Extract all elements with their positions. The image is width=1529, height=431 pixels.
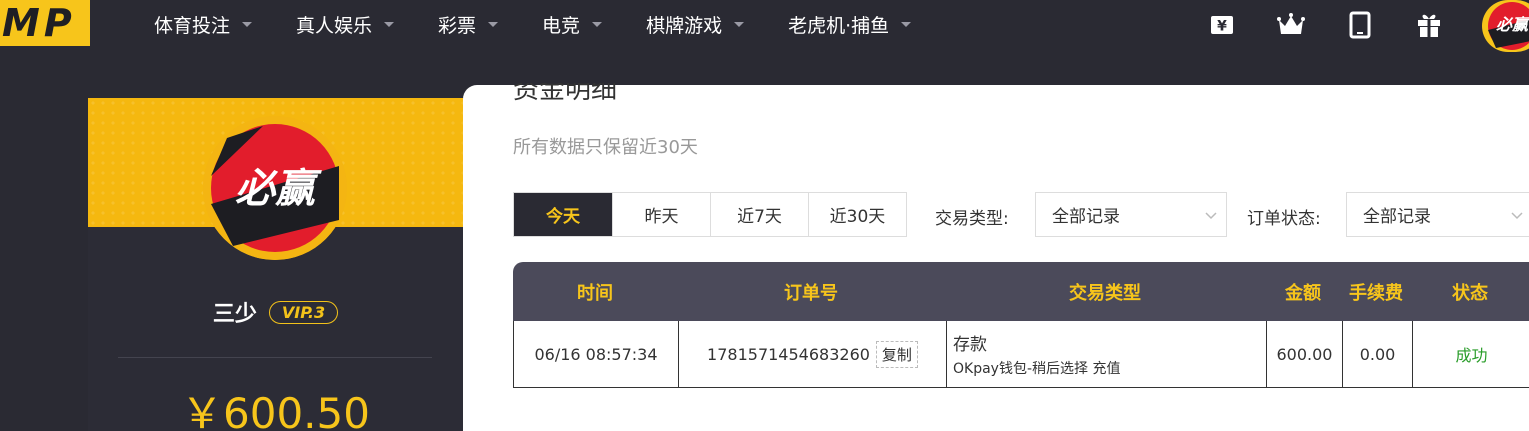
chevron-down-icon <box>734 22 745 27</box>
nav-item-esports[interactable]: 电竞 <box>542 10 604 38</box>
chevron-down-icon <box>242 22 253 27</box>
cell-time: 06/16 08:57:34 <box>534 344 658 364</box>
top-nav-bar: MP 体育投注 真人娱乐 彩票 电竞 棋牌游戏 老虎机·捕鱼 ¥ 必赢 <box>0 0 1529 52</box>
column-header-order-no: 订单号 <box>784 282 838 304</box>
date-range-tabs: 今天 昨天 近7天 近30天 <box>513 192 907 237</box>
cell-type: 存款 OKpay钱包-稍后选择 充值 <box>946 321 1266 387</box>
user-info-row: 三少 VIP.3 <box>88 296 463 328</box>
order-status-select[interactable]: 全部记录 <box>1346 192 1529 237</box>
site-logo[interactable]: MP <box>0 0 90 46</box>
column-header-status: 状态 <box>1452 282 1488 304</box>
nav-item-sports[interactable]: 体育投注 <box>154 10 254 38</box>
chevron-down-icon <box>901 22 912 27</box>
cell-amount: 600.00 <box>1266 321 1342 387</box>
transaction-type-select[interactable]: 全部记录 <box>1035 192 1227 237</box>
nav-item-lottery[interactable]: 彩票 <box>438 10 500 38</box>
chevron-down-icon <box>592 22 603 27</box>
user-avatar[interactable]: 必赢 <box>1482 0 1529 52</box>
profile-avatar[interactable]: 必赢 <box>203 116 347 260</box>
crown-icon[interactable] <box>1274 8 1308 42</box>
wallet-icon[interactable]: ¥ <box>1205 8 1239 42</box>
svg-text:¥: ¥ <box>1217 19 1227 35</box>
tab-yesterday[interactable]: 昨天 <box>612 193 710 236</box>
column-header-type: 交易类型 <box>1069 282 1141 304</box>
nav-icon-group: ¥ <box>1205 8 1481 42</box>
transactions-table: 时间 订单号 交易类型 金额 手续费 状态 06/16 08:57:34 178… <box>513 262 1529 388</box>
page-subtitle: 所有数据只保留近30天 <box>513 137 698 158</box>
status-badge: 成功 <box>1412 321 1529 387</box>
table-row: 06/16 08:57:34 1781571454683260 复制 存款 OK… <box>513 321 1529 388</box>
chevron-down-icon <box>488 22 499 27</box>
account-balance: ￥600.50 <box>181 389 370 431</box>
svg-text:必赢: 必赢 <box>1496 15 1529 34</box>
username: 三少 <box>212 302 257 327</box>
chevron-down-icon <box>384 22 395 27</box>
svg-text:必赢: 必赢 <box>235 166 322 212</box>
nav-item-live-casino[interactable]: 真人娱乐 <box>296 10 396 38</box>
tab-today[interactable]: 今天 <box>514 193 612 236</box>
main-nav: 体育投注 真人娱乐 彩票 电竞 棋牌游戏 老虎机·捕鱼 <box>154 10 955 38</box>
tablet-icon[interactable] <box>1343 8 1377 42</box>
tab-last-7-days[interactable]: 近7天 <box>710 193 808 236</box>
order-status-label: 订单状态: <box>1247 209 1321 229</box>
vip-badge: VIP.3 <box>268 300 339 324</box>
copy-button[interactable]: 复制 <box>875 340 918 368</box>
tab-last-30-days[interactable]: 近30天 <box>808 193 906 236</box>
column-header-fee: 手续费 <box>1349 282 1403 304</box>
chevron-down-icon <box>1205 212 1217 220</box>
fund-details-panel: 资金明细 所有数据只保留近30天 今天 昨天 近7天 近30天 交易类型: 全部… <box>463 83 1529 431</box>
column-header-amount: 金额 <box>1285 282 1321 304</box>
transaction-type-label: 交易类型: <box>935 209 1009 229</box>
cell-order-no: 1781571454683260 复制 <box>678 321 946 387</box>
table-header: 时间 订单号 交易类型 金额 手续费 状态 <box>513 262 1529 321</box>
nav-item-slots-fishing[interactable]: 老虎机·捕鱼 <box>788 10 913 38</box>
column-header-time: 时间 <box>577 282 613 304</box>
page-title: 资金明细 <box>513 83 618 105</box>
gift-icon[interactable] <box>1412 8 1446 42</box>
nav-item-card-games[interactable]: 棋牌游戏 <box>646 10 746 38</box>
cell-fee: 0.00 <box>1342 321 1412 387</box>
chevron-down-icon <box>1511 212 1523 220</box>
divider <box>118 357 432 358</box>
profile-panel: 必赢 三少 VIP.3 ￥600.50 <box>88 98 463 431</box>
